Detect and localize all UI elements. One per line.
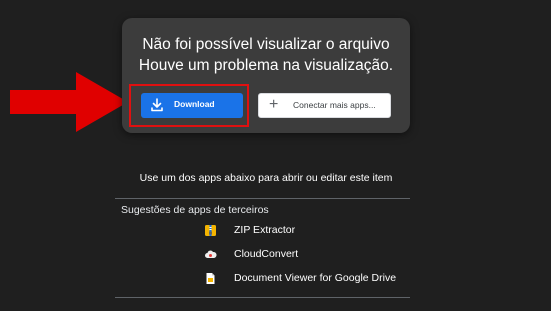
app-name: CloudConvert — [234, 248, 299, 260]
download-button[interactable]: Download — [141, 93, 243, 118]
app-name: ZIP Extractor — [234, 224, 296, 236]
zip-extractor-icon — [205, 225, 216, 236]
download-button-label: Download — [174, 99, 215, 109]
error-title: Não foi possível visualizar o arquivo — [142, 36, 390, 53]
divider — [115, 297, 410, 298]
divider — [115, 198, 410, 199]
connect-more-apps-button[interactable]: + Conectar mais apps... — [258, 93, 391, 118]
error-subtitle: Houve um problema na visualização. — [138, 57, 394, 74]
document-viewer-icon — [206, 273, 215, 284]
cloudconvert-icon — [205, 250, 217, 258]
apps-instruction: Use um dos apps abaixo para abrir ou edi… — [139, 172, 393, 184]
plus-icon: + — [269, 96, 279, 113]
download-icon — [151, 98, 163, 112]
app-name: Document Viewer for Google Drive — [234, 272, 397, 284]
red-arrow-annotation — [10, 72, 128, 132]
connect-more-apps-label: Conectar mais apps... — [293, 100, 376, 110]
third-party-apps-heading: Sugestões de apps de terceiros — [121, 204, 269, 216]
